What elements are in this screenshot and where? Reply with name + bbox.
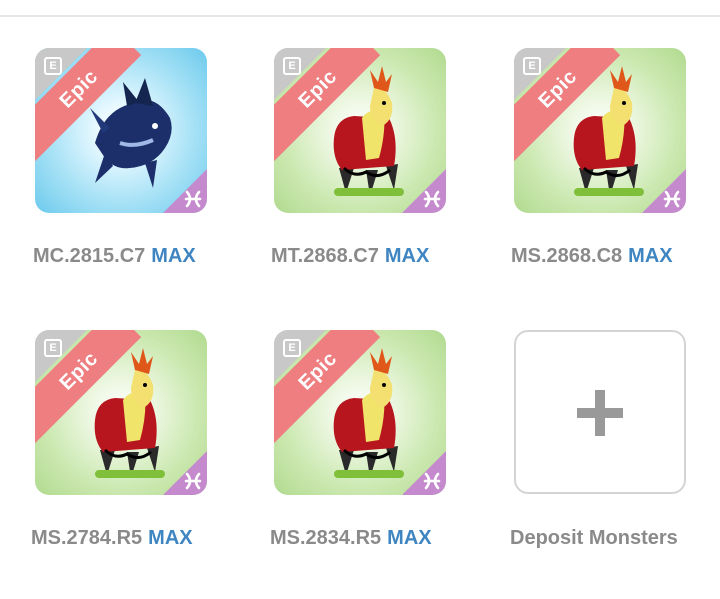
plus-icon-vertical <box>595 390 605 436</box>
top-divider <box>0 15 720 17</box>
tier-badge-icon: E <box>44 57 62 75</box>
tier-badge-icon: E <box>44 339 62 357</box>
tier-badge-icon: E <box>283 57 301 75</box>
tier-badge-icon: E <box>523 57 541 75</box>
max-badge: MAX <box>148 527 193 549</box>
monster-card[interactable]: Epic E <box>35 330 207 495</box>
element-icon <box>423 190 441 208</box>
element-icon <box>184 472 202 490</box>
monster-code: MS.2834.R5 <box>270 527 382 549</box>
monster-card[interactable]: Epic E <box>274 330 446 495</box>
max-badge: MAX <box>628 245 673 267</box>
max-badge: MAX <box>387 527 432 549</box>
monster-code: MT.2868.C7 <box>271 245 379 267</box>
monster-code: MS.2868.C8 <box>511 245 623 267</box>
element-icon <box>184 190 202 208</box>
monster-label: MC.2815.C7 MAX <box>33 245 196 268</box>
monster-label: MT.2868.C7 MAX <box>271 245 429 268</box>
monster-card[interactable]: Epic E <box>274 48 446 213</box>
element-icon <box>423 472 441 490</box>
monster-code: MS.2784.R5 <box>31 527 143 549</box>
element-icon <box>663 190 681 208</box>
max-badge: MAX <box>384 245 430 267</box>
deposit-monsters-button[interactable] <box>514 330 686 494</box>
tier-badge-icon: E <box>283 339 301 357</box>
monster-label: MS.2868.C8 MAX <box>511 245 673 268</box>
max-badge: MAX <box>151 245 196 267</box>
monster-label: MS.2784.R5 MAX <box>31 527 193 550</box>
deposit-monsters-label: Deposit Monsters <box>510 527 678 549</box>
monster-label: MS.2834.R5 MAX <box>270 527 432 550</box>
monster-card[interactable]: Epic E <box>514 48 686 213</box>
monster-code: MC.2815.C7 <box>33 245 146 267</box>
monster-card[interactable]: Epic E <box>35 48 207 213</box>
